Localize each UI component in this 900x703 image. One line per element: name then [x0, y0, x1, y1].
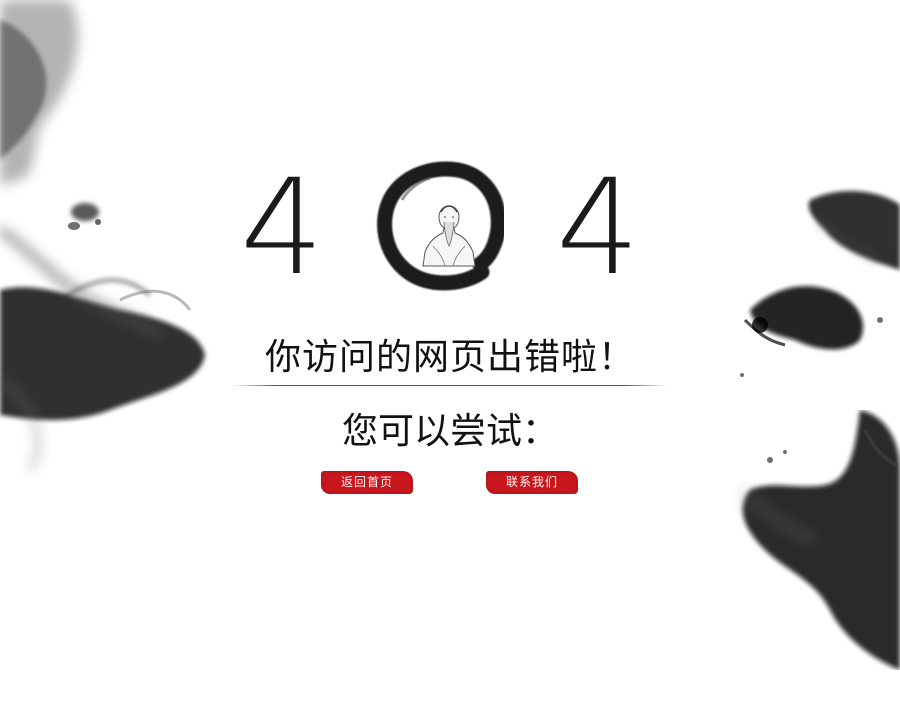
error-digit-last: 4: [556, 151, 640, 305]
contact-us-button[interactable]: 联系我们: [486, 471, 578, 494]
suggestion-text: 您可以尝试：: [341, 411, 558, 452]
error-headline: 你访问的网页出错啦！: [264, 337, 635, 378]
error-digit-first: 4: [240, 151, 324, 305]
sage-portrait: [422, 205, 476, 267]
back-home-button[interactable]: 返回首页: [321, 471, 413, 494]
divider: [232, 385, 668, 386]
